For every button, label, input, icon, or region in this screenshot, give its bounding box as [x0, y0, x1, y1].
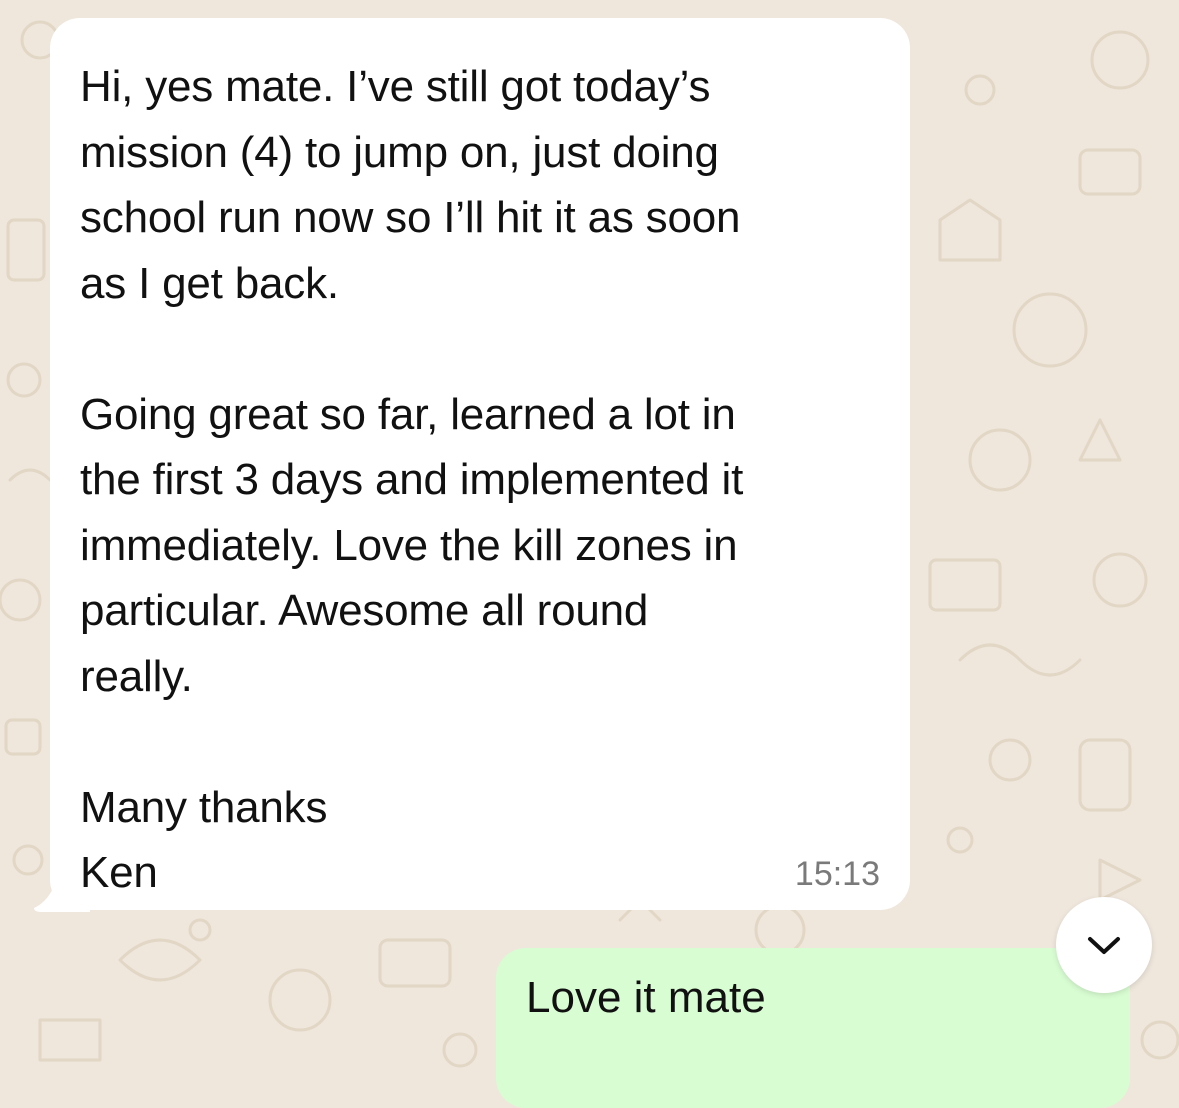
chevron-down-icon	[1088, 937, 1120, 954]
incoming-message-bubble[interactable]: Hi, yes mate. I’ve still got today’s mis…	[50, 18, 910, 910]
message-paragraph: Many thanks Ken	[80, 782, 328, 898]
message-paragraph: Hi, yes mate. I’ve still got today’s mis…	[80, 62, 741, 308]
message-paragraph: Going great so far, learned a lot in the…	[80, 389, 744, 701]
outgoing-message-text: Love it mate	[526, 973, 766, 1022]
outgoing-message-bubble[interactable]: Love it mate	[496, 948, 1130, 1108]
message-timestamp: 15:13	[794, 855, 880, 893]
scroll-to-bottom-button[interactable]	[1056, 897, 1152, 993]
